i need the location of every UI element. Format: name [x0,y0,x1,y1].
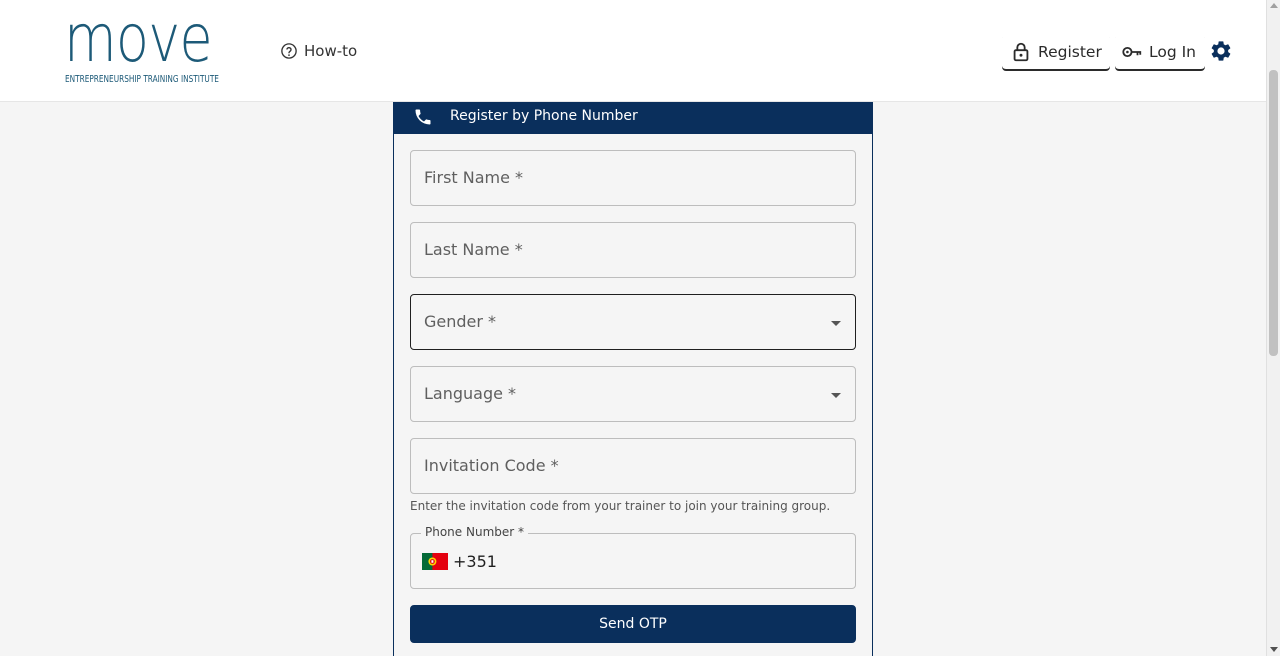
app-header: move ENTREPRENEURSHIP TRAINING INSTITUTE… [0,0,1266,102]
invitation-code-input[interactable]: Invitation Code * [410,438,856,494]
lock-open-icon [1013,42,1029,61]
gear-icon[interactable] [1209,39,1233,63]
phone-number-input[interactable]: Phone Number * +351 [410,525,856,589]
card-title: Register by Phone Number [450,108,638,124]
send-otp-button[interactable]: Send OTP [410,605,856,643]
phone-icon [415,109,431,125]
register-card: Register by Phone Number First Name * La… [393,102,873,656]
register-button[interactable]: Register [1002,34,1110,70]
page-scrollbar[interactable] [1266,0,1280,656]
login-label: Log In [1149,42,1197,61]
first-name-label: First Name * [424,168,524,187]
language-select[interactable]: Language * [410,366,856,422]
phone-number-label: Phone Number * [421,525,529,539]
scrollbar-thumb[interactable] [1269,70,1278,356]
chevron-down-icon [831,321,841,326]
help-circle-icon [281,43,297,59]
chevron-down-icon [831,393,841,398]
login-button[interactable]: Log In [1115,34,1205,70]
language-label: Language * [424,384,517,403]
invitation-helper-text: Enter the invitation code from your trai… [410,499,831,513]
portugal-flag-icon[interactable] [422,553,448,570]
first-name-input[interactable]: First Name * [410,150,856,206]
last-name-label: Last Name * [424,240,523,259]
phone-country-code[interactable]: +351 [453,552,497,571]
howto-link[interactable]: How-to [280,38,357,64]
logo-wordmark: move [64,0,213,77]
card-header: Register by Phone Number [394,102,872,134]
move-logo[interactable]: move ENTREPRENEURSHIP TRAINING INSTITUTE [64,6,234,88]
last-name-input[interactable]: Last Name * [410,222,856,278]
logo-tagline: ENTREPRENEURSHIP TRAINING INSTITUTE [65,74,219,85]
scroll-down-icon[interactable] [1270,647,1278,652]
key-icon [1122,46,1142,57]
gender-select[interactable]: Gender * [410,294,856,350]
howto-label: How-to [304,42,358,60]
register-label: Register [1038,42,1102,61]
gender-label: Gender * [424,312,497,331]
invitation-code-label: Invitation Code * [424,456,559,475]
scroll-up-icon[interactable] [1270,3,1278,8]
